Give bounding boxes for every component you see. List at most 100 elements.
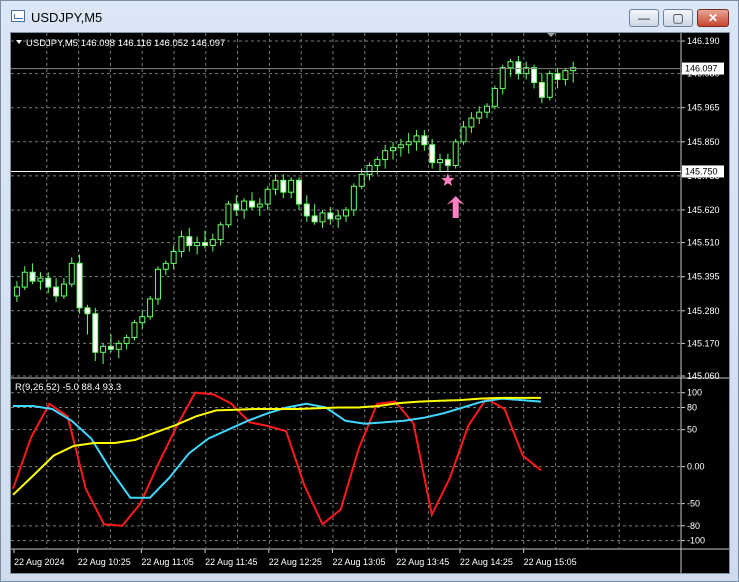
window-title: USDJPY,M5 [31,10,103,25]
price-tick-label: 145.965 [687,103,720,113]
candle-body [241,200,248,211]
candle-body [147,298,154,318]
candle-body [209,239,216,247]
time-tick-label: 22 Aug 14:25 [460,557,513,567]
maximize-button[interactable]: ▢ [663,9,693,27]
indicator-tick-label: -50 [687,499,700,509]
candle-body [248,200,255,208]
title-bar[interactable]: USDJPY,M5 — ▢ ✕ [1,1,738,31]
candle-body [76,262,83,309]
time-tick-label: 22 Aug 11:05 [141,557,193,567]
candle-body [507,61,514,69]
price-tick-label: 145.395 [687,272,720,282]
price-tick-label: 145.850 [687,137,720,147]
price-tick-label: 145.620 [687,205,720,215]
candle-body [546,73,553,98]
candle-body [382,150,389,161]
candle-body [311,215,318,223]
candle-body [233,203,240,211]
candle-body [538,82,545,98]
candle-body [444,159,451,167]
chart-frame[interactable]: 146.190146.080145.965145.850145.735145.6… [10,32,730,574]
candle-body [288,179,295,193]
candle-body [484,105,491,113]
candle-body [170,250,177,264]
minimize-button[interactable]: — [629,9,659,27]
close-button[interactable]: ✕ [697,9,729,27]
time-tick-label: 22 Aug 10:25 [78,557,131,567]
candle-body [554,73,561,81]
candle-body [115,342,122,350]
symbol-info: USDJPY,M5 146.098 146.116 146.052 146.09… [26,38,225,49]
candle-body [397,144,404,149]
candle-body [319,212,326,223]
candle-body [452,141,459,167]
price-chart[interactable]: 146.190146.080145.965145.850145.735145.6… [11,33,729,573]
indicator-tick-label: 0.00 [687,462,705,472]
candle-body [366,165,373,175]
candle-body [60,283,67,297]
candle-body [272,179,279,190]
candle-body [29,271,36,282]
candle-body [21,271,28,288]
time-tick-label: 22 Aug 11:45 [205,557,257,567]
time-tick-label: 22 Aug 13:45 [396,557,449,567]
candle-body [100,345,107,353]
candle-body [460,126,467,143]
candle-body [515,61,522,75]
candle-body [421,135,428,146]
candle-body [131,322,138,338]
candle-body [303,203,310,217]
price-tick-label: 145.060 [687,371,720,381]
candle-body [280,179,287,193]
candle-body [107,345,114,350]
candle-body [390,147,397,152]
time-tick-label: 22 Aug 2024 [14,557,65,567]
candle-body [162,262,169,270]
candle-body [53,286,60,297]
candle-body [374,159,381,167]
candle-body [217,224,224,241]
candle-body [335,215,342,220]
price-tick-label: 146.190 [687,36,720,46]
current-price-label: 146.097 [685,64,718,74]
candle-body [68,262,75,285]
candle-body [256,203,263,208]
time-tick-label: 22 Aug 15:05 [524,557,577,567]
candle-body [194,242,201,247]
hline-price-label: 145.750 [685,166,718,176]
terminal-window: USDJPY,M5 — ▢ ✕ 146.190146.080145.965145… [0,0,739,582]
candle-body [92,313,99,353]
price-tick-label: 145.510 [687,238,720,248]
candle-body [531,67,538,84]
indicator-tick-label: 80 [687,402,697,412]
candle-body [499,67,506,89]
candle-body [139,316,146,324]
candle-body [154,268,161,300]
indicator-tick-label: 50 [687,425,697,435]
candle-body [264,188,271,205]
indicator-tick-label: -80 [687,521,700,531]
candle-body [562,70,569,81]
chart-window-icon [11,10,25,22]
chart-background [11,33,729,573]
candle-body [358,173,365,187]
candle-body [201,242,208,247]
indicator-tick-label: -100 [687,536,705,546]
candle-body [295,179,302,205]
candle-body [37,277,44,282]
candle-body [186,236,193,247]
indicator-tick-label: 100 [687,388,702,398]
candle-body [413,135,420,143]
candle-body [476,111,483,119]
candle-body [225,203,232,226]
candle-body [491,87,498,107]
price-tick-label: 145.170 [687,338,720,348]
candle-body [405,141,412,146]
candle-body [123,336,130,344]
candle-body [45,277,52,288]
candle-body [429,144,436,164]
candle-body [437,159,444,164]
time-tick-label: 22 Aug 13:05 [333,557,386,567]
candle-body [468,117,475,128]
